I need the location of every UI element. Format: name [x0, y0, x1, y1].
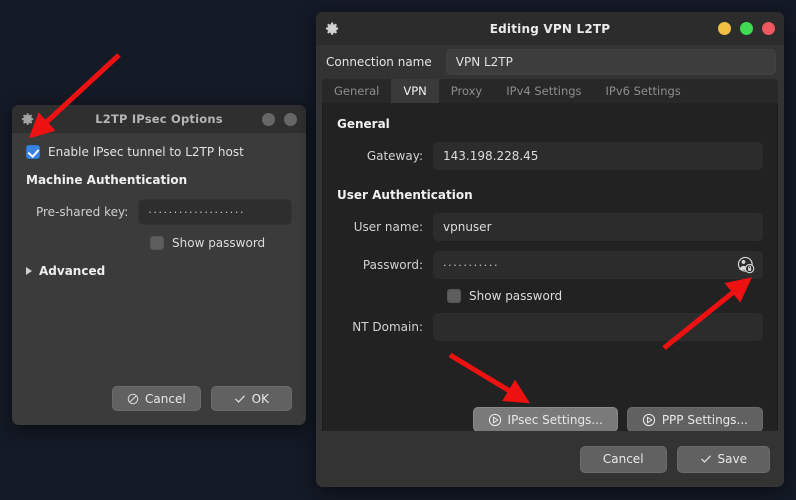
user-authentication-heading: User Authentication [337, 188, 473, 202]
editing-vpn-l2tp-window: Editing VPN L2TP Connection name VPN L2T… [316, 12, 784, 487]
password-input[interactable]: ··········· [433, 251, 763, 279]
pre-shared-key-row: Pre-shared key: ··················· [26, 199, 292, 225]
ipsec-action-buttons: Cancel OK [112, 386, 292, 411]
vpn-close-button[interactable] [762, 22, 775, 35]
ipsec-show-password-row[interactable]: Show password [150, 236, 292, 250]
password-value: ··········· [443, 258, 500, 272]
ipsec-cancel-label: Cancel [145, 391, 186, 406]
ipsec-close-button[interactable] [284, 112, 297, 126]
gateway-input[interactable]: 143.198.228.45 [433, 142, 763, 170]
vpn-tab-panel: General Gateway: 143.198.228.45 User Aut… [322, 103, 778, 445]
tab-ipv4-settings[interactable]: IPv4 Settings [494, 79, 593, 103]
vpn-footer: Cancel Save [316, 431, 784, 487]
username-input[interactable]: vpnuser [433, 213, 763, 241]
tab-general[interactable]: General [322, 79, 391, 103]
ppp-settings-button[interactable]: PPP Settings... [626, 407, 763, 432]
no-entry-icon [127, 393, 139, 404]
advanced-expander[interactable]: Advanced [26, 264, 292, 278]
vpn-show-password-checkbox[interactable] [447, 289, 461, 303]
connection-name-input[interactable]: VPN L2TP [445, 49, 776, 75]
gateway-label: Gateway: [366, 149, 423, 163]
check-icon [700, 455, 711, 463]
pre-shared-key-label: Pre-shared key: [35, 205, 129, 219]
ipsec-body: Enable IPsec tunnel to L2TP host Machine… [12, 133, 306, 278]
general-heading: General [337, 117, 390, 131]
vpn-cancel-label: Cancel [602, 452, 644, 466]
vpn-minimize-button[interactable] [718, 22, 731, 35]
vpn-show-password-row[interactable]: Show password [447, 289, 763, 303]
ipsec-ok-label: OK [251, 391, 269, 406]
gateway-row: Gateway: 143.198.228.45 [337, 142, 763, 170]
vpn-window-buttons [718, 22, 775, 35]
chevron-right-icon [26, 267, 32, 275]
connection-name-label: Connection name [326, 55, 432, 69]
gateway-value: 143.198.228.45 [443, 149, 539, 163]
username-row: User name: vpnuser [337, 213, 763, 241]
pre-shared-key-value: ··················· [148, 205, 246, 219]
pre-shared-key-input[interactable]: ··················· [138, 199, 292, 225]
nt-domain-label: NT Domain: [352, 320, 423, 334]
connection-name-row: Connection name VPN L2TP [316, 45, 784, 79]
enable-ipsec-tunnel-row[interactable]: Enable IPsec tunnel to L2TP host [26, 145, 292, 159]
vpn-show-password-label: Show password [469, 289, 563, 303]
vpn-cancel-button[interactable]: Cancel [579, 445, 667, 473]
password-store-icon[interactable] [737, 256, 755, 274]
settings-circle-icon [642, 413, 655, 426]
check-icon [234, 395, 245, 403]
ipsec-window-buttons [262, 112, 297, 126]
ppp-settings-label: PPP Settings... [661, 412, 748, 427]
settings-circle-icon [488, 413, 501, 426]
tab-vpn[interactable]: VPN [391, 79, 439, 103]
ipsec-minimize-button[interactable] [262, 112, 275, 126]
vpn-titlebar[interactable]: Editing VPN L2TP [316, 12, 784, 45]
password-label: Password: [362, 258, 423, 272]
gear-icon[interactable] [21, 112, 35, 126]
ipsec-show-password-label: Show password [172, 236, 266, 250]
ipsec-titlebar[interactable]: L2TP IPsec Options [12, 105, 306, 133]
vpn-save-button[interactable]: Save [676, 445, 770, 473]
vpn-title: Editing VPN L2TP [489, 21, 611, 36]
ipsec-ok-button[interactable]: OK [210, 386, 292, 411]
enable-ipsec-tunnel-label: Enable IPsec tunnel to L2TP host [48, 145, 244, 159]
vpn-save-label: Save [717, 452, 747, 466]
machine-authentication-heading: Machine Authentication [26, 173, 188, 187]
vpn-maximize-button[interactable] [740, 22, 753, 35]
vpn-panel-settings-buttons: IPsec Settings... PPP Settings... [472, 407, 763, 432]
vpn-tabbar: General VPN Proxy IPv4 Settings IPv6 Set… [322, 79, 778, 103]
username-value: vpnuser [443, 220, 492, 234]
ipsec-settings-button[interactable]: IPsec Settings... [472, 407, 618, 432]
username-label: User name: [353, 220, 423, 234]
nt-domain-input[interactable] [433, 313, 763, 341]
gear-icon[interactable] [325, 21, 340, 36]
connection-name-value: VPN L2TP [455, 55, 513, 69]
password-row: Password: ··········· [337, 251, 763, 279]
enable-ipsec-tunnel-checkbox[interactable] [26, 145, 40, 159]
desktop: L2TP IPsec Options Enable IPsec tunnel t… [0, 0, 796, 500]
tab-ipv6-settings[interactable]: IPv6 Settings [594, 79, 693, 103]
ipsec-show-password-checkbox[interactable] [150, 236, 164, 250]
ipsec-settings-label: IPsec Settings... [507, 412, 603, 427]
l2tp-ipsec-options-window: L2TP IPsec Options Enable IPsec tunnel t… [12, 105, 306, 425]
nt-domain-row: NT Domain: [337, 313, 763, 341]
ipsec-cancel-button[interactable]: Cancel [112, 386, 201, 411]
advanced-label: Advanced [39, 264, 106, 278]
tab-proxy[interactable]: Proxy [439, 79, 495, 103]
